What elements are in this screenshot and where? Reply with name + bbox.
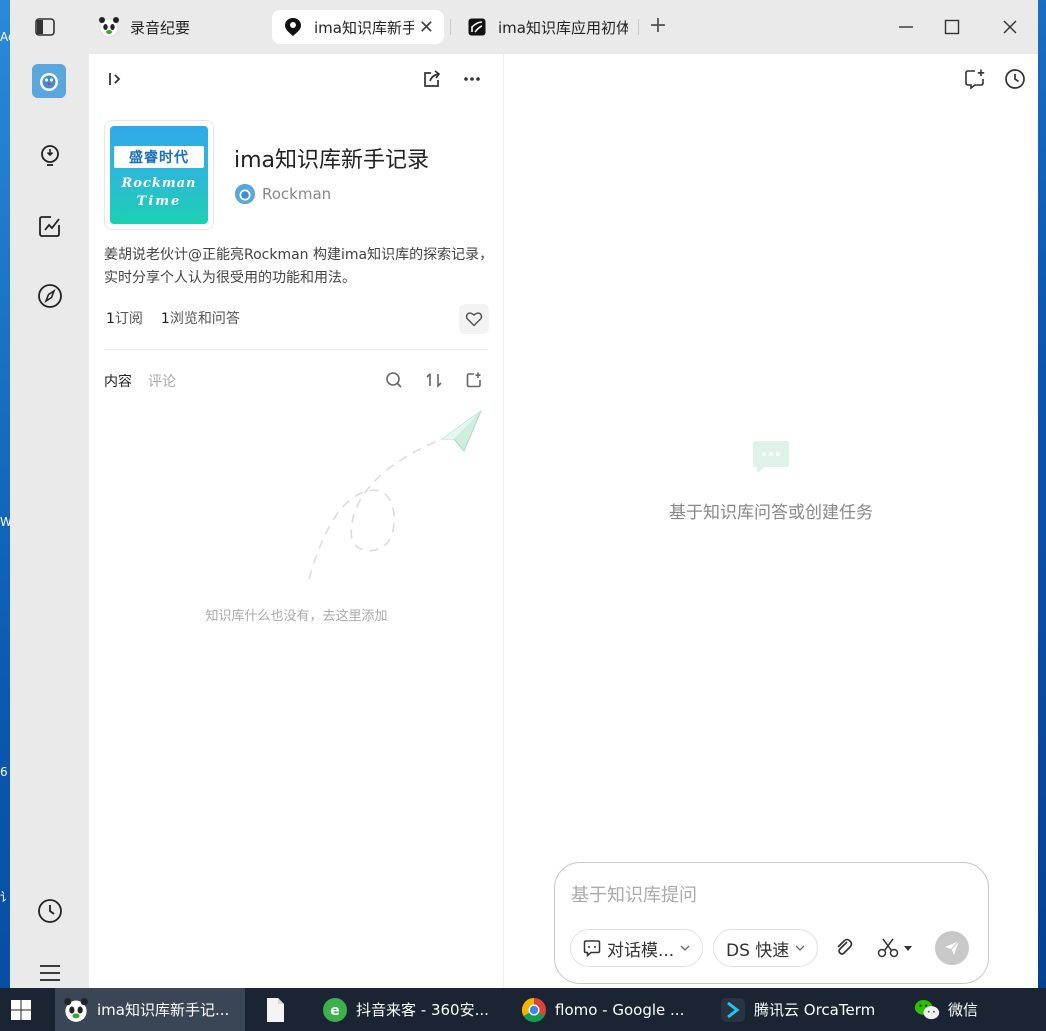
- chat-mode-icon: [583, 939, 601, 957]
- favorite-button[interactable]: [459, 304, 489, 334]
- subscribe-stat[interactable]: 1订阅: [106, 308, 143, 328]
- tab-divider: [638, 19, 639, 35]
- tab-comments[interactable]: 评论: [148, 371, 176, 391]
- model-label: DS 快速: [726, 940, 790, 961]
- knowledge-base-title: ima知识库新手记录: [234, 148, 430, 173]
- stats-row: 1订阅 1浏览和问答: [106, 308, 258, 328]
- tab-divider: [450, 19, 451, 35]
- panda-icon: [63, 997, 89, 1023]
- search-icon[interactable]: [381, 367, 407, 393]
- tab-label: ima知识库应用初体: [498, 18, 628, 37]
- author-name: Rockman: [262, 185, 332, 203]
- cover-top-text: 盛睿时代: [114, 146, 204, 168]
- menu-icon[interactable]: [35, 958, 65, 988]
- send-button[interactable]: [935, 931, 969, 965]
- taskbar-label: 抖音来客 - 360安...: [356, 1001, 489, 1019]
- send-icon: [945, 940, 960, 955]
- close-tab-icon[interactable]: ✕: [419, 17, 434, 38]
- knowledge-base-description: 姜胡说老伙计@正能亮Rockman 构建ima知识库的探索记录，实时分享个人认为…: [104, 247, 494, 286]
- panda-icon: [98, 16, 120, 38]
- new-tab-button[interactable]: +: [646, 14, 670, 38]
- windows-taskbar: ima知识库新手记... e 抖音来客 - 360安... flomo - Go…: [0, 988, 1046, 1031]
- ima-logo-icon: [282, 16, 304, 38]
- tab-content[interactable]: 内容: [104, 371, 132, 391]
- notes-icon[interactable]: [35, 211, 65, 241]
- desktop-icon-label: 讠: [0, 890, 13, 904]
- orcaterm-icon: [720, 997, 746, 1023]
- empty-state-text[interactable]: 知识库什么也没有，去这里添加: [89, 605, 504, 624]
- desktop-icon-label: 6: [0, 765, 8, 779]
- scissors-icon[interactable]: [875, 935, 919, 961]
- more-options-icon[interactable]: [459, 66, 485, 92]
- subscribe-label: 订阅: [114, 311, 143, 327]
- taskbar-item-file[interactable]: [262, 988, 302, 1031]
- views-label: 浏览和问答: [169, 311, 240, 327]
- author-avatar: [235, 184, 255, 204]
- collapse-panel-icon[interactable]: [102, 66, 128, 92]
- chrome-icon: [521, 997, 547, 1023]
- chevron-down-icon: [795, 943, 805, 953]
- taskbar-item-ima[interactable]: ima知识库新手记...: [55, 988, 245, 1031]
- maximize-icon[interactable]: [932, 12, 972, 42]
- tab-recording[interactable]: 录音纪要: [98, 10, 268, 44]
- model-dropdown[interactable]: DS 快速: [713, 929, 819, 967]
- section-divider: [104, 349, 488, 350]
- chat-area: 基于知识库问答或创建任务 对话模... DS 快速: [504, 54, 1038, 988]
- svg-text:e: e: [330, 1003, 340, 1019]
- chevron-down-icon: [680, 943, 690, 953]
- taskbar-label: ima知识库新手记...: [97, 1001, 230, 1019]
- knowledge-base-panel: 盛睿时代 Rockman Time ima知识库新手记录 Rockman 姜胡说…: [89, 54, 504, 988]
- lightbulb-icon[interactable]: [35, 141, 65, 171]
- compass-icon[interactable]: [35, 281, 65, 311]
- sidebar-toggle-icon[interactable]: [34, 16, 56, 38]
- knowledge-base-cover: 盛睿时代 Rockman Time: [104, 120, 214, 230]
- start-button[interactable]: [10, 988, 44, 1031]
- views-count: 1: [160, 311, 170, 327]
- cover-line1: Rockman: [121, 176, 197, 191]
- wechat-icon: [914, 997, 940, 1023]
- taskbar-item-chrome[interactable]: flomo - Google ...: [521, 988, 701, 1031]
- add-content-icon[interactable]: [461, 367, 487, 393]
- tab-label: ima知识库新手: [314, 18, 414, 37]
- desktop-icon-label: W: [0, 515, 12, 529]
- desktop-icon-label: Ac: [0, 30, 15, 44]
- new-chat-icon[interactable]: [962, 66, 988, 92]
- views-stat[interactable]: 1浏览和问答: [161, 308, 240, 328]
- heart-icon: [465, 312, 483, 327]
- taskbar-item-orcaterm[interactable]: 腾讯云 OrcaTerm: [720, 988, 890, 1031]
- ask-box: 对话模... DS 快速: [554, 862, 989, 984]
- chat-mode-label: 对话模...: [607, 940, 675, 961]
- file-icon: [262, 997, 288, 1023]
- attachment-icon[interactable]: [831, 935, 857, 961]
- app-window: 录音纪要 ima知识库新手 ✕ ima知识库应用初体 + 盛睿时代 Rockma…: [10, 0, 1038, 988]
- user-avatar[interactable]: [32, 64, 66, 98]
- subscribe-count: 1: [106, 311, 115, 327]
- share-icon[interactable]: [419, 66, 445, 92]
- tab-ima-application[interactable]: ima知识库应用初体: [466, 10, 634, 44]
- taskbar-label: 微信: [948, 1001, 979, 1019]
- paper-plane-illustration: [284, 399, 494, 584]
- tab-ima-knowledge-base[interactable]: ima知识库新手 ✕: [272, 10, 444, 44]
- notion-logo-icon: [466, 16, 488, 38]
- history-icon[interactable]: [35, 896, 65, 926]
- tab-label: 录音纪要: [130, 18, 191, 37]
- left-rail: [10, 54, 89, 988]
- taskbar-label: 腾讯云 OrcaTerm: [754, 1001, 876, 1019]
- author-info[interactable]: Rockman: [235, 184, 331, 204]
- taskbar-label: flomo - Google ...: [555, 1000, 685, 1019]
- 360-browser-icon: e: [322, 997, 348, 1023]
- chat-mode-dropdown[interactable]: 对话模...: [570, 929, 704, 967]
- cover-line2: Time: [136, 194, 182, 209]
- history-icon[interactable]: [1002, 66, 1028, 92]
- windows-logo-icon: [11, 999, 31, 1020]
- ask-input[interactable]: [571, 881, 971, 909]
- minimize-icon[interactable]: [886, 12, 926, 42]
- sort-icon[interactable]: [421, 367, 447, 393]
- chat-bubble-icon: [751, 439, 791, 475]
- tab-bar: 录音纪要 ima知识库新手 ✕ ima知识库应用初体 +: [10, 0, 1038, 54]
- taskbar-item-wechat[interactable]: 微信: [914, 988, 994, 1031]
- chat-empty-text: 基于知识库问答或创建任务: [669, 503, 873, 523]
- taskbar-item-360[interactable]: e 抖音来客 - 360安...: [322, 988, 502, 1031]
- close-window-icon[interactable]: [990, 12, 1030, 42]
